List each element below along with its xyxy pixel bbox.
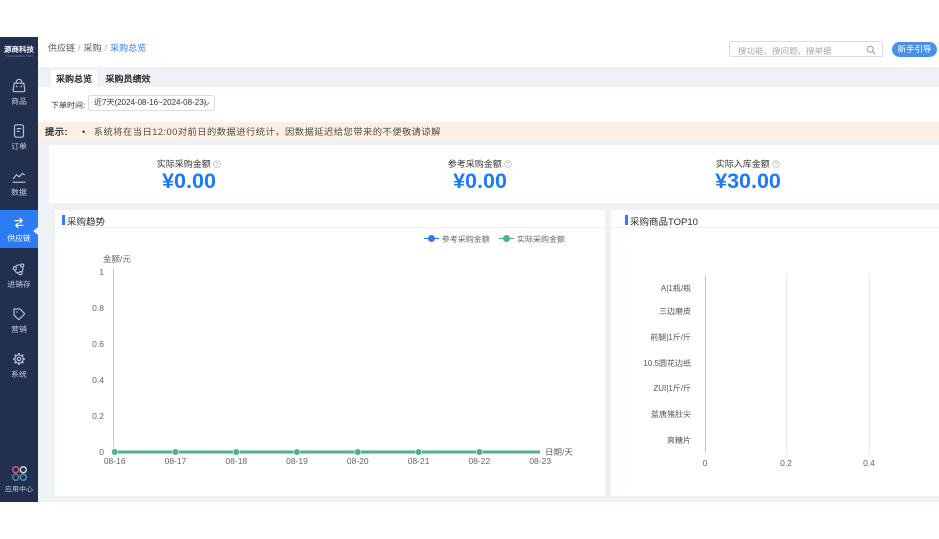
- svg-text:08-20: 08-20: [347, 455, 369, 467]
- svg-text:爽糖片: 爽糖片: [667, 435, 691, 446]
- svg-text:08-17: 08-17: [165, 455, 187, 467]
- svg-text:08-21: 08-21: [408, 455, 430, 467]
- svg-text:0.8: 0.8: [92, 302, 104, 314]
- svg-text:0.2: 0.2: [780, 457, 792, 469]
- svg-text:0.4: 0.4: [92, 374, 104, 386]
- svg-text:?: ?: [775, 161, 778, 168]
- svg-text:三边磨皮: 三边磨皮: [659, 306, 691, 317]
- svg-text:0.2: 0.2: [92, 410, 104, 422]
- svg-text:1: 1: [99, 266, 104, 278]
- svg-text:前腿|1斤/斤: 前腿|1斤/斤: [650, 332, 691, 343]
- svg-text:08-22: 08-22: [469, 455, 491, 467]
- svg-text:日期/天: 日期/天: [545, 446, 573, 458]
- svg-text:0: 0: [703, 457, 708, 469]
- svg-text:蓝唐猪肚尖: 蓝唐猪肚尖: [651, 409, 691, 420]
- svg-text:金额/元: 金额/元: [103, 253, 131, 265]
- svg-text:ZUI|1斤/斤: ZUI|1斤/斤: [653, 383, 691, 394]
- svg-text:0.6: 0.6: [92, 338, 104, 350]
- svg-text:10.5圆花边纸: 10.5圆花边纸: [643, 358, 691, 369]
- svg-text:?: ?: [216, 161, 219, 168]
- svg-text:08-16: 08-16: [104, 455, 126, 467]
- svg-text:0.4: 0.4: [863, 457, 875, 469]
- svg-text:08-18: 08-18: [225, 455, 247, 467]
- svg-text:A|1瓶/瓶: A|1瓶/瓶: [661, 283, 691, 294]
- svg-text:08-19: 08-19: [286, 455, 308, 467]
- svg-text:?: ?: [507, 161, 510, 168]
